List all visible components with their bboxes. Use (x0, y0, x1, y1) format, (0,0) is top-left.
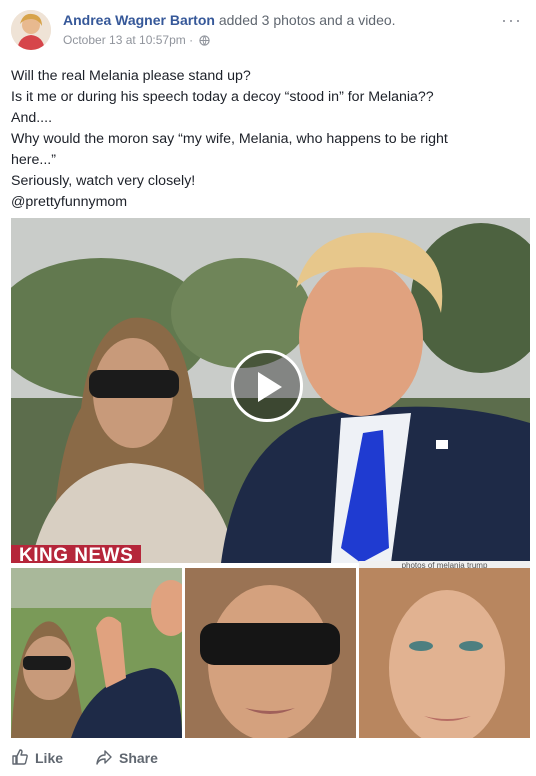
like-label: Like (35, 750, 64, 766)
post-text-line: Why would the moron say “my wife, Melani… (11, 131, 448, 147)
post-text-line: here...” (11, 152, 56, 168)
globe-icon[interactable] (199, 35, 211, 49)
photo-thumbnail[interactable] (11, 568, 182, 738)
post-text-line: Will the real Melania please stand up? (11, 68, 251, 84)
ellipsis-icon[interactable]: ··· (501, 10, 522, 31)
media-grid: KING NEWS photos of melania trump (11, 218, 530, 738)
post-text-line[interactable]: @prettyfunnymom (11, 192, 526, 213)
post-timestamp[interactable]: October 13 at 10:57pm (63, 33, 186, 47)
post-text-line: Is it me or during his speech today a de… (11, 89, 434, 105)
play-icon[interactable] (231, 350, 303, 422)
photo-thumbnail[interactable] (185, 568, 356, 738)
like-button[interactable]: Like (11, 744, 63, 772)
news-banner: KING NEWS (11, 545, 142, 563)
meta-separator: · (189, 33, 194, 47)
author-name[interactable]: Andrea Wagner Barton (63, 12, 215, 28)
share-arrow-icon (96, 750, 112, 765)
post-action-text: added 3 photos and a video. (218, 12, 396, 28)
photo-thumbnail[interactable] (359, 568, 530, 738)
video-thumbnail[interactable]: KING NEWS (11, 218, 530, 563)
post-body-text: Will the real Melania please stand up? I… (11, 66, 526, 213)
post-actions-bar: Like Share (11, 744, 526, 772)
post-header: Andrea Wagner Barton added 3 photos and … (0, 0, 536, 60)
post-text-line: Seriously, watch very closely! (11, 173, 196, 189)
share-label: Share (119, 750, 158, 766)
author-avatar[interactable] (11, 10, 51, 50)
share-button[interactable]: Share (95, 744, 158, 772)
post-text-line: And.... (11, 110, 53, 126)
post-meta: October 13 at 10:57pm · (63, 33, 211, 49)
author-line: Andrea Wagner Barton added 3 photos and … (63, 12, 396, 28)
thumbs-up-icon (12, 749, 28, 765)
